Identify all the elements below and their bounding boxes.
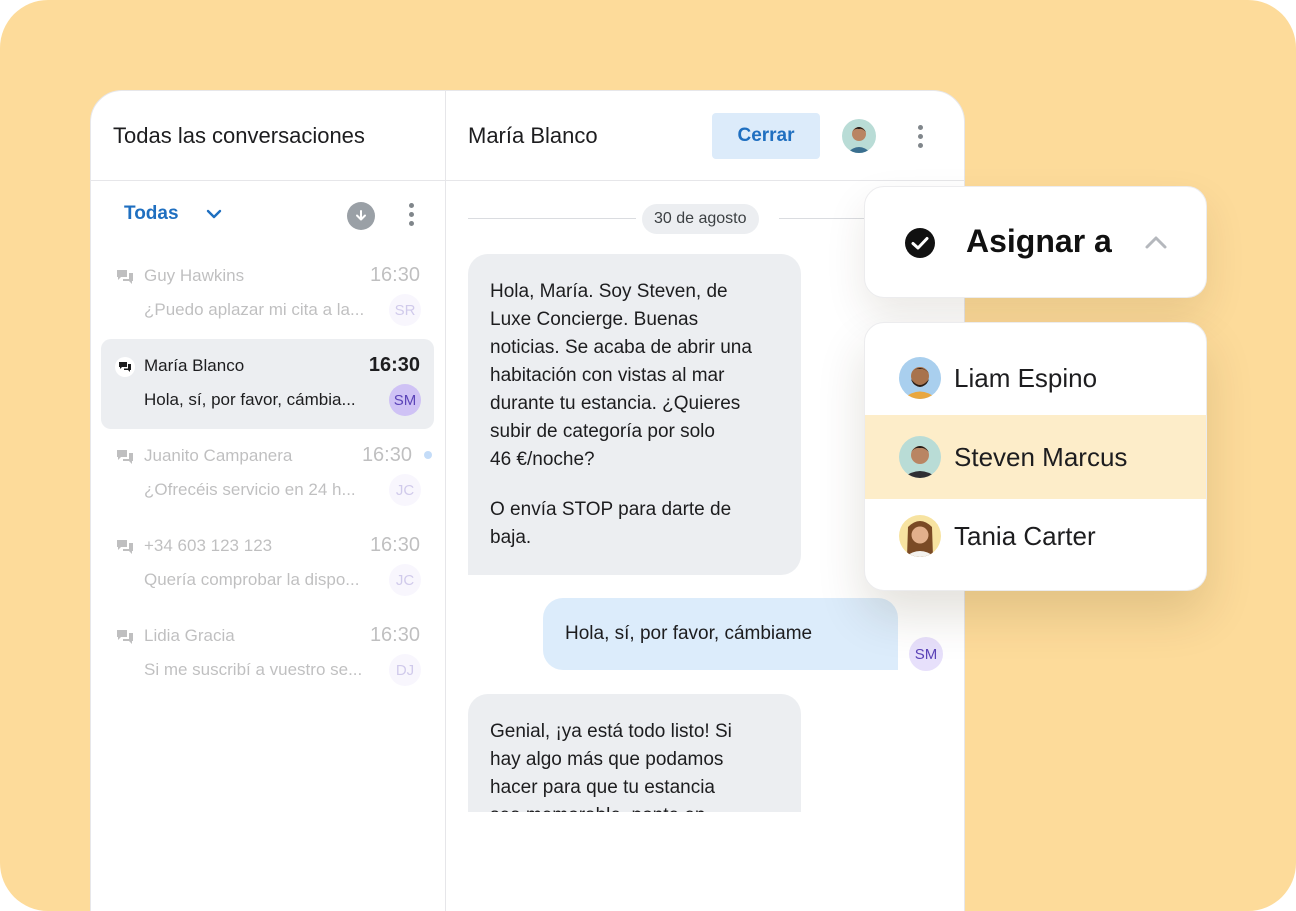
assignee-avatar: JC (389, 474, 421, 506)
agent-name: Steven Marcus (954, 442, 1128, 472)
message-text: Genial, ¡ya está todo listo! Si hay algo… (490, 721, 732, 812)
assign-agent-menu: Liam Espino Steven Marcus Tania Carter (864, 322, 1207, 591)
more-vertical-icon[interactable] (917, 125, 923, 148)
sender-avatar: SM (909, 637, 943, 671)
chat-bubbles-icon (117, 450, 133, 464)
divider (468, 218, 636, 219)
conversation-time: 16:30 (369, 264, 420, 286)
conversation-list-pane: Todas las conversaciones Todas Guy Hawki… (91, 91, 446, 911)
agent-avatar-icon (899, 436, 941, 478)
message-text: Hola, sí, por favor, cámbiame (565, 623, 813, 644)
agent-option[interactable]: Liam Espino (865, 336, 1206, 420)
assignee-avatar: SR (389, 294, 421, 326)
conversation-item[interactable]: Lidia Gracia 16:30 Si me suscribí a vues… (101, 609, 434, 699)
conversation-contact-name: +34 603 123 123 (144, 536, 273, 555)
conversation-contact-name: María Blanco (144, 356, 245, 375)
agent-option-highlighted[interactable]: Steven Marcus (865, 415, 1206, 499)
incoming-message: Hola, María. Soy Steven, de Luxe Concier… (468, 254, 801, 575)
agent-avatar-icon (899, 357, 941, 399)
incoming-message: Genial, ¡ya está todo listo! Si hay algo… (468, 694, 801, 812)
assign-label: Asignar a (966, 223, 1112, 259)
chat-contact-name: María Blanco (468, 123, 598, 148)
assignee-avatar: JC (389, 564, 421, 596)
conversation-time: 16:30 (369, 624, 420, 646)
message-text: O envía STOP para darte de baja. (490, 499, 732, 548)
chat-bubbles-icon (117, 540, 133, 554)
agent-name: Tania Carter (954, 521, 1096, 551)
filter-dropdown-label[interactable]: Todas (124, 203, 179, 225)
check-circle-icon (905, 228, 935, 258)
conversation-contact-name: Guy Hawkins (144, 266, 245, 285)
assignee-avatar: DJ (389, 654, 421, 686)
chat-bubbles-icon (117, 630, 133, 644)
conversation-item[interactable]: Juanito Campanera 16:30 ¿Ofrecéis servic… (101, 429, 434, 519)
assignee-avatar: SM (389, 384, 421, 416)
chevron-up-icon[interactable] (1143, 232, 1169, 252)
conversation-preview: Hola, sí, por favor, cámbia... (144, 390, 356, 409)
conversation-time: 16:30 (361, 444, 412, 466)
conversation-preview: Quería comprobar la dispo... (144, 570, 360, 589)
inbox-window: Todas las conversaciones Todas Guy Hawki… (90, 90, 965, 911)
conversation-preview: ¿Puedo aplazar mi cita a la... (144, 300, 365, 319)
chat-bubbles-icon (115, 357, 135, 377)
conversation-time: 16:30 (369, 534, 420, 556)
outgoing-message: Hola, sí, por favor, cámbiame (543, 598, 898, 670)
conversation-item[interactable]: +34 603 123 123 16:30 Quería comprobar l… (101, 519, 434, 609)
conversation-list-title: Todas las conversaciones (113, 122, 365, 148)
conversation-item[interactable]: Guy Hawkins 16:30 ¿Puedo aplazar mi cita… (101, 249, 434, 339)
download-icon (356, 210, 366, 221)
chat-bubbles-icon (117, 270, 133, 284)
download-button[interactable] (347, 202, 375, 230)
page-background: Todas las conversaciones Todas Guy Hawki… (0, 0, 1296, 911)
close-conversation-button[interactable]: Cerrar (712, 113, 820, 159)
message-text: Hola, María. Soy Steven, de Luxe Concier… (490, 281, 752, 470)
agent-name: Liam Espino (954, 363, 1098, 393)
conversation-preview: ¿Ofrecéis servicio en 24 h... (144, 480, 356, 499)
filter-bar: Todas (91, 181, 445, 249)
agent-avatar-icon (899, 515, 941, 557)
conversation-contact-name: Lidia Gracia (144, 626, 235, 645)
more-vertical-icon[interactable] (408, 203, 414, 226)
conversation-contact-name: Juanito Campanera (144, 446, 293, 465)
conversation-preview: Si me suscribí a vuestro se... (144, 660, 363, 679)
date-label: 30 de agosto (642, 204, 759, 234)
chevron-down-icon[interactable] (204, 204, 224, 224)
chat-header: María Blanco Cerrar (446, 91, 964, 181)
agent-option[interactable]: Tania Carter (865, 494, 1206, 578)
assign-dropdown-trigger[interactable]: Asignar a (864, 186, 1207, 298)
agent-avatar-icon[interactable] (842, 119, 876, 153)
conversation-list-header: Todas las conversaciones (91, 91, 445, 181)
conversation-time: 16:30 (368, 354, 420, 376)
conversation-item-selected[interactable]: María Blanco 16:30 Hola, sí, por favor, … (101, 339, 434, 429)
unread-indicator (424, 451, 432, 459)
